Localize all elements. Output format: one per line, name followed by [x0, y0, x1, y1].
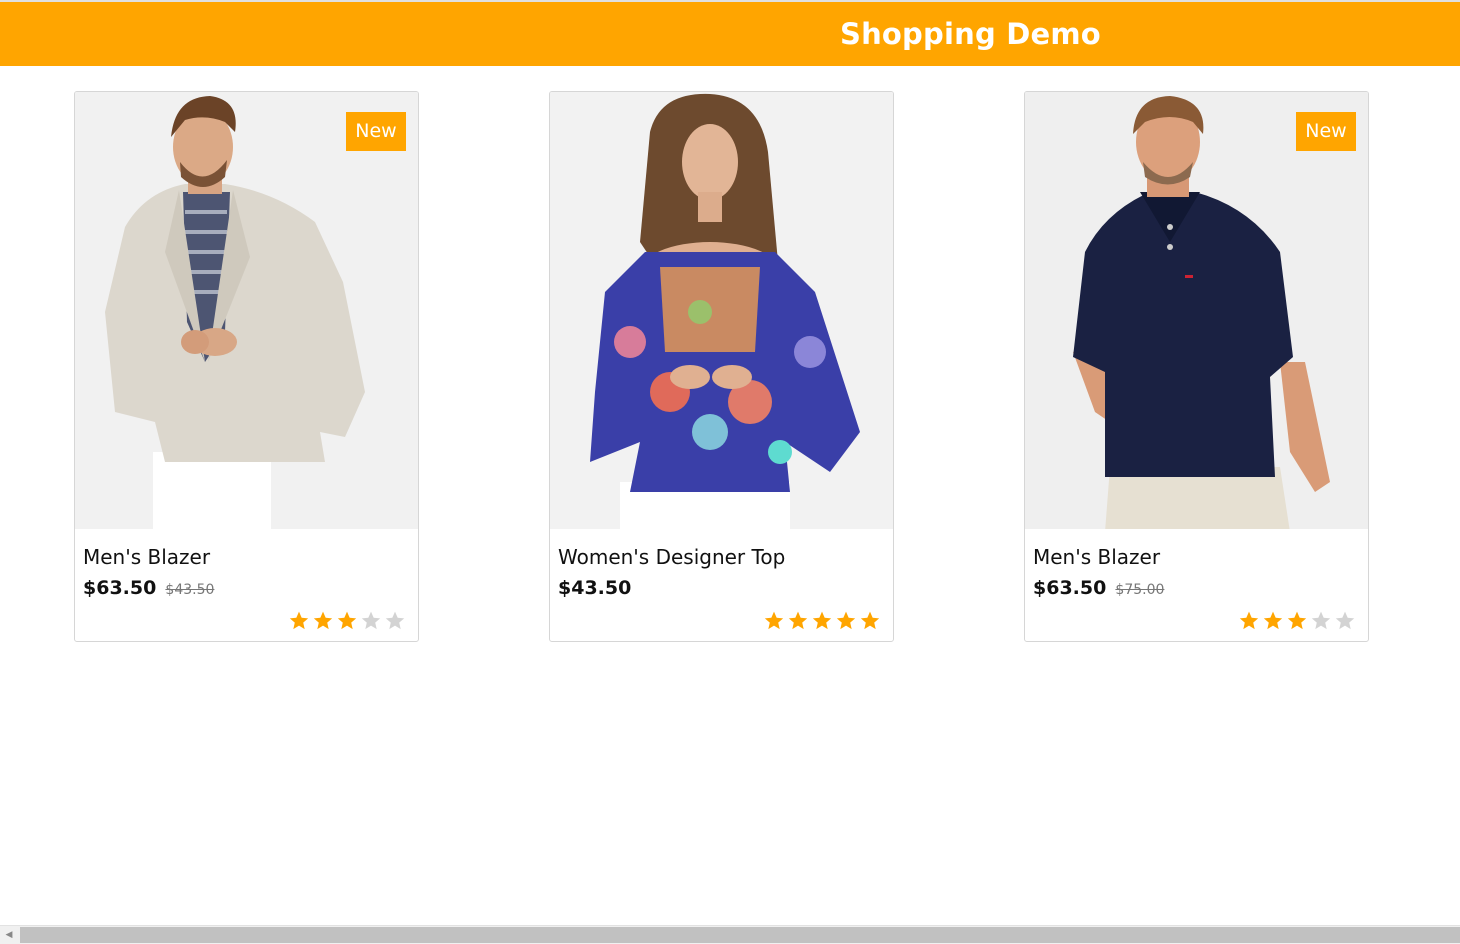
product-image-polo-man[interactable]: New: [1025, 92, 1368, 529]
product-price: $63.50: [83, 577, 157, 599]
product-name[interactable]: Women's Designer Top: [558, 545, 785, 569]
product-old-price: $43.50: [165, 582, 215, 598]
product-name[interactable]: Men's Blazer: [1033, 545, 1160, 569]
rating-stars: [763, 610, 881, 632]
product-old-price: $75.00: [1115, 582, 1165, 598]
product-price: $63.50: [1033, 577, 1107, 599]
star-filled-icon: [1239, 611, 1259, 630]
product-card[interactable]: Women's Designer Top $43.50: [549, 91, 894, 642]
product-card[interactable]: New Men's Blazer $63.50 $43.50: [74, 91, 419, 642]
star-filled-icon: [788, 611, 808, 630]
price-row: $63.50 $43.50: [83, 577, 214, 599]
star-filled-icon: [812, 611, 832, 630]
star-filled-icon: [313, 611, 333, 630]
app-header: Shopping Demo: [0, 2, 1460, 66]
product-image-blazer-man[interactable]: New: [75, 92, 418, 529]
scroll-left-arrow-icon[interactable]: ◀: [0, 926, 18, 944]
price-row: $43.50: [558, 577, 631, 599]
star-filled-icon: [337, 611, 357, 630]
rating-stars: [288, 610, 406, 632]
product-price: $43.50: [558, 577, 632, 599]
scrollbar-thumb[interactable]: [20, 927, 1460, 943]
star-empty-icon: [385, 611, 405, 630]
page-title: Shopping Demo: [840, 17, 1101, 51]
new-badge: New: [346, 112, 406, 151]
star-empty-icon: [1311, 611, 1331, 630]
star-filled-icon: [860, 611, 880, 630]
product-image-designer-top-woman[interactable]: [550, 92, 893, 529]
price-row: $63.50 $75.00: [1033, 577, 1164, 599]
rating-stars: [1238, 610, 1356, 632]
product-card[interactable]: New Men's Blazer $63.50 $75.00: [1024, 91, 1369, 642]
star-filled-icon: [1287, 611, 1307, 630]
star-empty-icon: [361, 611, 381, 630]
star-filled-icon: [836, 611, 856, 630]
star-filled-icon: [1263, 611, 1283, 630]
horizontal-scrollbar[interactable]: ◀: [0, 925, 1460, 944]
star-filled-icon: [289, 611, 309, 630]
star-filled-icon: [764, 611, 784, 630]
new-badge: New: [1296, 112, 1356, 151]
product-name[interactable]: Men's Blazer: [83, 545, 210, 569]
star-empty-icon: [1335, 611, 1355, 630]
